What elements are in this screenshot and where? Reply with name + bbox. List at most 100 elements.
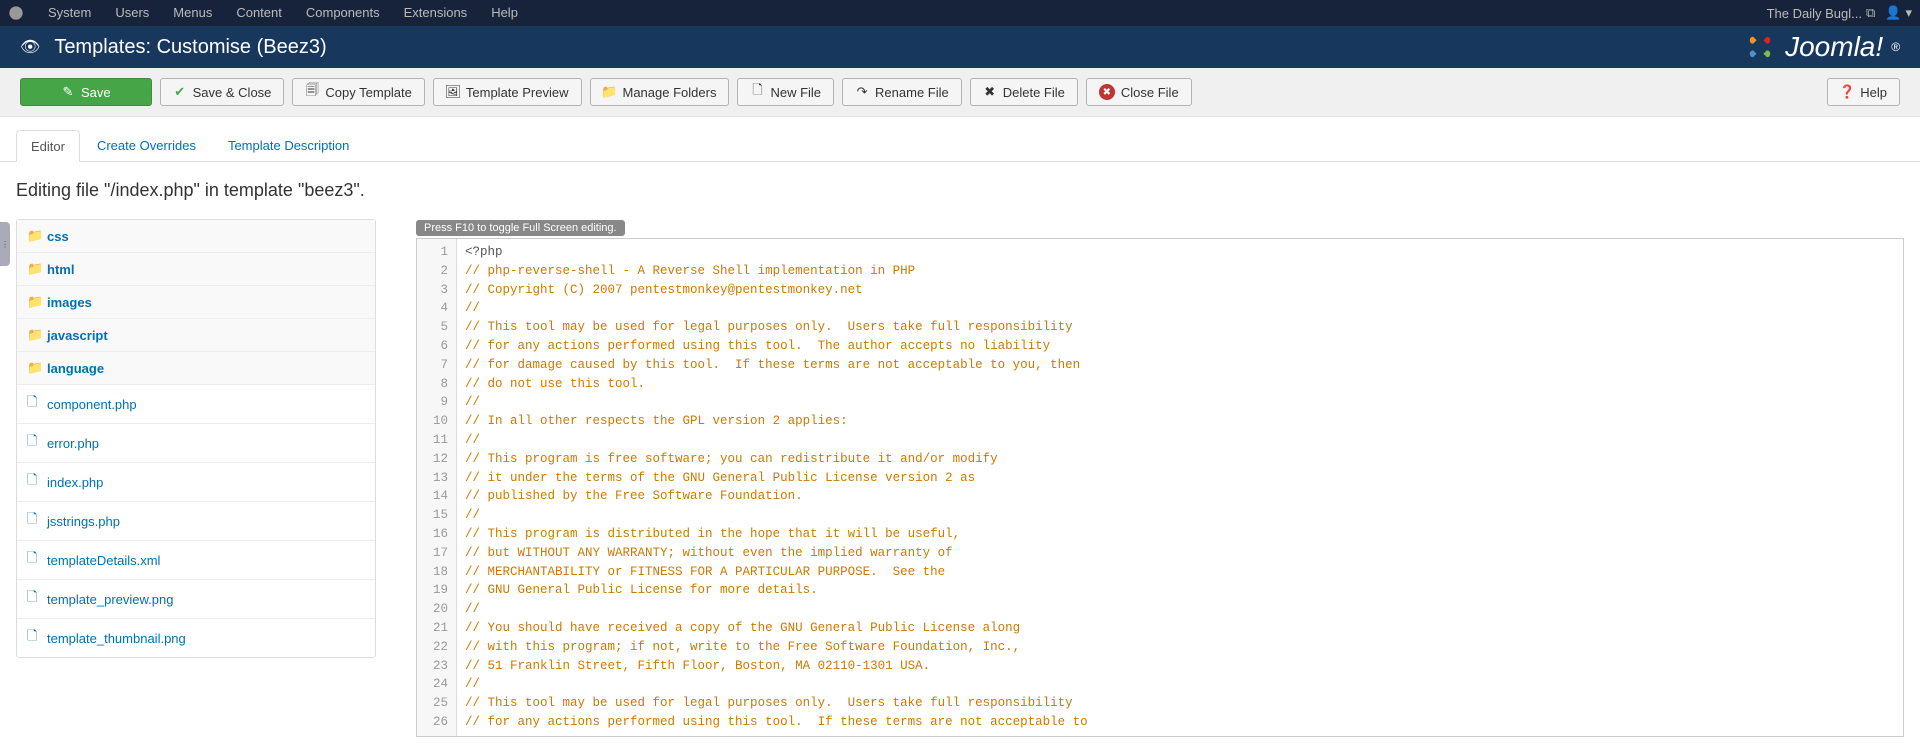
save-close-button[interactable]: ✔ Save & Close bbox=[160, 78, 285, 106]
menu-help[interactable]: Help bbox=[479, 0, 530, 26]
site-name: The Daily Bugl... bbox=[1767, 6, 1862, 21]
line-number: 20 bbox=[433, 600, 448, 619]
code-line: // for any actions performed using this … bbox=[465, 713, 1895, 732]
help-button[interactable]: ❓ Help bbox=[1827, 78, 1900, 106]
copy-label: Copy Template bbox=[325, 85, 411, 100]
line-number: 2 bbox=[433, 262, 448, 281]
copy-icon: 🗐 bbox=[305, 85, 319, 99]
tree-item-label: template_preview.png bbox=[47, 592, 173, 607]
tree-file[interactable]: 🗋 index.php bbox=[17, 463, 375, 502]
tree-file[interactable]: 🗋 templateDetails.xml bbox=[17, 541, 375, 580]
code-editor-pane: Press F10 to toggle Full Screen editing.… bbox=[416, 219, 1904, 737]
save-button[interactable]: ✎ Save bbox=[20, 78, 152, 106]
help-label: Help bbox=[1860, 85, 1887, 100]
line-number: 18 bbox=[433, 563, 448, 582]
content-area: Editing file "/index.php" in template "b… bbox=[0, 162, 1920, 755]
action-toolbar: ✎ Save ✔ Save & Close 🗐 Copy Template 🖼 … bbox=[0, 68, 1920, 117]
joomla-icon[interactable] bbox=[8, 4, 26, 22]
folder-icon: 📁 bbox=[27, 294, 41, 310]
line-number: 23 bbox=[433, 657, 448, 676]
tree-file[interactable]: 🗋template_thumbnail.png bbox=[17, 619, 375, 657]
tree-file[interactable]: 🗋jsstrings.php bbox=[17, 502, 375, 541]
folder-icon: 📁 bbox=[27, 360, 41, 376]
tree-item-label: jsstrings.php bbox=[47, 514, 120, 529]
menu-extensions[interactable]: Extensions bbox=[392, 0, 480, 26]
code-line: // for damage caused by this tool. If th… bbox=[465, 356, 1895, 375]
code-line: <?php bbox=[465, 243, 1895, 262]
line-number: 15 bbox=[433, 506, 448, 525]
file-icon: 🗋 bbox=[27, 627, 41, 649]
tree-item-label: templateDetails.xml bbox=[47, 553, 160, 568]
menu-menus[interactable]: Menus bbox=[161, 0, 224, 26]
line-gutter: 1234567891011121314151617181920212223242… bbox=[417, 239, 457, 736]
tree-file[interactable]: 🗋template_preview.png bbox=[17, 580, 375, 619]
code-line: // bbox=[465, 393, 1895, 412]
code-line: // This program is distributed in the ho… bbox=[465, 525, 1895, 544]
code-editor[interactable]: 1234567891011121314151617181920212223242… bbox=[416, 238, 1904, 737]
folder-icon: 📁 bbox=[603, 85, 617, 99]
code-line: // This tool may be used for legal purpo… bbox=[465, 694, 1895, 713]
tab-overrides[interactable]: Create Overrides bbox=[82, 129, 211, 161]
redo-icon: ↷ bbox=[855, 85, 869, 99]
code-line: // This program is free software; you ca… bbox=[465, 450, 1895, 469]
page-title: Templates: Customise (Beez3) bbox=[54, 36, 326, 59]
line-number: 13 bbox=[433, 469, 448, 488]
menu-users[interactable]: Users bbox=[103, 0, 161, 26]
code-line: // for any actions performed using this … bbox=[465, 337, 1895, 356]
tab-description[interactable]: Template Description bbox=[213, 129, 364, 161]
code-line: // bbox=[465, 431, 1895, 450]
apply-icon: ✎ bbox=[61, 85, 75, 99]
code-line: // This tool may be used for legal purpo… bbox=[465, 318, 1895, 337]
code-line: // bbox=[465, 600, 1895, 619]
tree-item-label: images bbox=[47, 295, 92, 310]
tree-item-label: component.php bbox=[47, 397, 137, 412]
tree-folder-language[interactable]: 📁language bbox=[17, 352, 375, 385]
folder-icon: 📁 bbox=[27, 228, 41, 244]
menu-components[interactable]: Components bbox=[294, 0, 392, 26]
preview-label: Template Preview bbox=[466, 85, 569, 100]
sidebar-toggle[interactable]: ⋮ bbox=[0, 222, 10, 266]
line-number: 17 bbox=[433, 544, 448, 563]
manage-folders-button[interactable]: 📁 Manage Folders bbox=[590, 78, 730, 106]
tree-folder-javascript[interactable]: 📁javascript bbox=[17, 319, 375, 352]
line-number: 8 bbox=[433, 375, 448, 394]
eye-icon: 👁 bbox=[20, 37, 40, 57]
line-number: 21 bbox=[433, 619, 448, 638]
tree-file[interactable]: 🗋component.php bbox=[17, 385, 375, 424]
tree-folder-html[interactable]: 📁html bbox=[17, 253, 375, 286]
code-line: // bbox=[465, 299, 1895, 318]
menu-content[interactable]: Content bbox=[224, 0, 294, 26]
external-link-icon: ⧉ bbox=[1866, 5, 1875, 21]
user-menu[interactable]: 👤 ▾ bbox=[1885, 5, 1912, 21]
code-line: // but WITHOUT ANY WARRANTY; without eve… bbox=[465, 544, 1895, 563]
close-file-button[interactable]: ✖ Close File bbox=[1086, 78, 1192, 106]
code-line: // 51 Franklin Street, Fifth Floor, Bost… bbox=[465, 657, 1895, 676]
tree-folder-images[interactable]: 📁 images bbox=[17, 286, 375, 319]
line-number: 4 bbox=[433, 299, 448, 318]
editing-message: Editing file "/index.php" in template "b… bbox=[16, 180, 1904, 201]
new-file-button[interactable]: 🗋 New File bbox=[737, 78, 834, 106]
file-icon: 🗋 bbox=[27, 471, 41, 493]
line-number: 1 bbox=[433, 243, 448, 262]
line-number: 22 bbox=[433, 638, 448, 657]
tree-file[interactable]: 🗋error.php bbox=[17, 424, 375, 463]
save-close-label: Save & Close bbox=[193, 85, 272, 100]
menu-system[interactable]: System bbox=[36, 0, 103, 26]
tree-folder-css[interactable]: 📁css bbox=[17, 220, 375, 253]
tree-item-label: index.php bbox=[47, 475, 103, 490]
site-preview-link[interactable]: The Daily Bugl... ⧉ bbox=[1767, 5, 1876, 21]
file-tree: 📁css📁html📁images📁javascript📁language🗋com… bbox=[16, 219, 376, 658]
rename-file-button[interactable]: ↷ Rename File bbox=[842, 78, 962, 106]
delete-file-button[interactable]: ✖ Delete File bbox=[970, 78, 1078, 106]
line-number: 3 bbox=[433, 281, 448, 300]
copy-template-button[interactable]: 🗐 Copy Template bbox=[292, 78, 424, 106]
line-number: 14 bbox=[433, 487, 448, 506]
joomla-logo-icon bbox=[1743, 30, 1777, 64]
tab-editor[interactable]: Editor bbox=[16, 130, 80, 162]
file-icon: 🗋 bbox=[27, 549, 41, 571]
template-preview-button[interactable]: 🖼 Template Preview bbox=[433, 78, 582, 106]
line-number: 10 bbox=[433, 412, 448, 431]
save-label: Save bbox=[81, 85, 111, 100]
code-content[interactable]: <?php// php-reverse-shell - A Reverse Sh… bbox=[457, 239, 1903, 736]
code-line: // Copyright (C) 2007 pentestmonkey@pent… bbox=[465, 281, 1895, 300]
